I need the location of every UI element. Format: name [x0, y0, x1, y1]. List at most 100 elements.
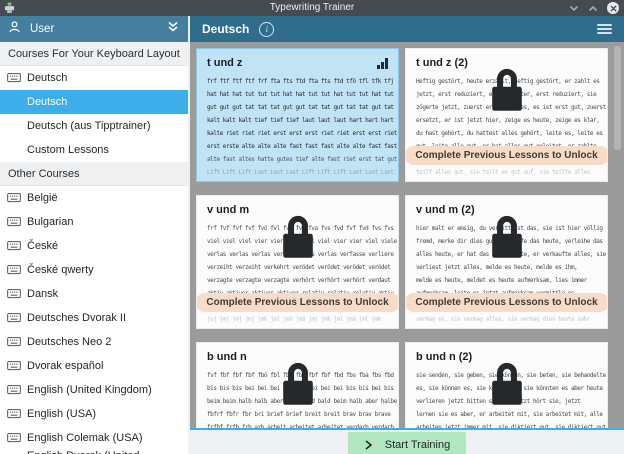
sidebar-item-dansk[interactable]: Dansk [0, 282, 188, 306]
sidebar-item-bulgarian[interactable]: Bulgarian [0, 210, 188, 234]
lesson-grid: t und z frf ftf ftf ftf frf fta fts ftd f… [190, 42, 624, 428]
info-icon[interactable]: i [259, 22, 274, 37]
preview-line: du hast gehört, du hattest alles gehört,… [416, 127, 597, 140]
start-training-label: Start Training [385, 439, 450, 451]
lesson-card-b-und-n[interactable]: b und nfvf fbf fbf fbf fbö fbl fbk fbj f… [196, 342, 399, 428]
sidebar-item-deutsches-dvorak-ii[interactable]: Deutsches Dvorak II [0, 306, 188, 330]
preview-line: Karte Takt Takt Takt Teig Teig Teig Takt… [207, 179, 388, 182]
close-button[interactable] [607, 2, 619, 14]
course-label: English Colemak (USA) [27, 432, 143, 444]
keyboard-icon [7, 432, 21, 446]
sidebar-item-deutsch[interactable]: Deutsch [0, 66, 188, 90]
preview-line: arbeiten jetzt immer mit, sie diktiert g… [416, 421, 597, 428]
lesson-card-v-und-m-2[interactable]: v und m (2)hier malt er emsig, du vermit… [405, 195, 608, 329]
keyboard-icon [7, 240, 21, 254]
course-label: English (USA) [27, 408, 96, 420]
lock-icon [488, 212, 525, 266]
app-window: Typewriting Trainer User [0, 0, 624, 454]
main-panel: Deutsch i t und z frf ftf ftf ftf frf fta… [190, 16, 624, 454]
preview-line: hat hat hat tut tut tut hat hat tut tut … [207, 88, 388, 101]
keyboard-icon [7, 408, 21, 422]
course-label: Bulgarian [27, 216, 73, 228]
maximize-button[interactable] [588, 5, 598, 12]
keyboard-icon [7, 216, 21, 230]
course-label: België [27, 192, 58, 204]
course-label: Deutsches Neo 2 [27, 336, 111, 348]
preview-line: juj jmj jmj jmj jmk jml jmö jmä jmj jmk … [207, 313, 388, 326]
course-label: České qwerty [27, 264, 94, 276]
unlock-hint-badge: Complete Previous Lessons to Unlock [196, 293, 399, 312]
hamburger-menu-icon[interactable] [597, 24, 612, 34]
scrollbar-handle[interactable] [614, 46, 621, 150]
course-label: Deutsch (aus Tipptrainer) [27, 120, 151, 132]
section-header-courses-for-your-keyboard-layout: Courses For Your Keyboard Layout [0, 42, 188, 66]
preview-line: kalte riet riet riet erst erst erst riet… [207, 127, 388, 140]
sidebar-item-english-dvorak-united-kingdom[interactable]: English Dvorak (United Kingdom) [0, 450, 188, 454]
preview-line: dem dem dem kam kam kam mag mag dem dem … [207, 326, 388, 329]
sidebar-item-deutsch-aus-tipptrainer[interactable]: Deutsch (aus Tipptrainer) [0, 114, 188, 138]
unlock-hint-badge: Complete Previous Lessons to Unlock [405, 146, 608, 165]
preview-line: kalt kalt kalt tief tief tief laut laut … [207, 114, 388, 127]
sidebar-item-belgi[interactable]: België [0, 186, 188, 210]
sidebar-item-english-united-kingdom[interactable]: English (United Kingdom) [0, 378, 188, 402]
course-label: Custom Lessons [27, 144, 109, 156]
preview-line: alte fast altes hatte gutes tief alte fa… [207, 153, 388, 166]
sidebar-item-deutsch[interactable]: Deutsch [0, 90, 188, 114]
window-title: Typewriting Trainer [0, 0, 624, 16]
bar-chart-icon [377, 58, 388, 69]
user-label: User [30, 23, 166, 35]
titlebar: Typewriting Trainer [0, 0, 624, 16]
start-training-button[interactable]: Start Training [348, 432, 466, 454]
keyboard-icon [7, 288, 21, 302]
lesson-card-t-und-z[interactable]: t und z frf ftf ftf ftf frf fta fts ftd f… [196, 48, 399, 182]
preview-line: frf ftf ftf ftf frf fta fts ftd fta fts … [207, 75, 388, 88]
keyboard-icon [7, 264, 21, 278]
sidebar-item-english-usa[interactable]: English (USA) [0, 402, 188, 426]
course-label: Deutsches Dvorak II [27, 312, 126, 324]
keyboard-icon [7, 312, 21, 326]
course-label: Deutsch [27, 96, 67, 108]
course-label: Dvorak español [27, 360, 103, 372]
keyboard-icon [7, 336, 21, 350]
preview-line: melde es heute, meldet es heute aufmerks… [416, 274, 597, 287]
preview-line: verzagte verzagte verzagte verhört verhö… [207, 274, 388, 287]
sidebar-item-esk-qwerty[interactable]: České qwerty [0, 258, 188, 282]
minimize-button[interactable] [569, 5, 579, 12]
course-label: České [27, 240, 58, 252]
sidebar-item-deutsches-neo-2[interactable]: Deutsches Neo 2 [0, 330, 188, 354]
sidebar-item-english-colemak-usa[interactable]: English Colemak (USA) [0, 426, 188, 450]
course-list: Courses For Your Keyboard Layout Deutsch D… [0, 42, 188, 454]
lock-icon [488, 359, 525, 413]
course-title: Deutsch [202, 22, 249, 36]
course-label: Deutsch [27, 72, 67, 84]
lesson-card-v-und-m[interactable]: v und mfrf fvf fvf fvf fvö fvl fvk fvj f… [196, 195, 399, 329]
preview-line: frfbf frfb frb arb arbeit arbeitet arbei… [207, 421, 388, 428]
keyboard-icon [7, 360, 21, 374]
lock-icon [279, 212, 316, 266]
sidebar-item-custom-lessons[interactable]: Custom Lessons [0, 138, 188, 162]
course-label: Dansk [27, 288, 58, 300]
lesson-card-b-und-n-2[interactable]: b und n (2)sie senden, sie geben, sie kö… [405, 342, 608, 428]
lesson-card-t-und-z-2[interactable]: t und z (2)Heftig gestört, heute erzählt… [405, 48, 608, 182]
sidebar-item-dvorak-espa-ol[interactable]: Dvorak español [0, 354, 188, 378]
preview-line: teilt alles gut, sie teilt es gut auf, s… [416, 166, 597, 179]
keyboard-icon [7, 192, 21, 206]
sidebar: User Courses For Your Keyboard Layout Deu… [0, 16, 188, 454]
preview-line: auf, er hat alles ersetzt, sie hatte all… [416, 179, 597, 182]
footer-bar: Start Training [190, 428, 624, 454]
course-header: Deutsch i [190, 16, 624, 42]
chevron-right-icon [364, 440, 373, 450]
lesson-title: t und z [207, 57, 388, 69]
preview-line: vermag es, sie vermag alles, sie vermag … [416, 313, 597, 326]
keyboard-icon [7, 384, 21, 398]
scrollbar[interactable] [614, 46, 621, 424]
sidebar-item-esk[interactable]: České [0, 234, 188, 258]
lesson-preview-text: frf ftf ftf ftf frf fta fts ftd fta fts … [207, 75, 388, 182]
course-label: English Dvorak (United Kingdom) [27, 450, 188, 454]
user-selector[interactable]: User [0, 16, 188, 42]
user-icon [8, 20, 21, 39]
preview-line: gut dies ist seltsam, dies alles ist seh… [416, 326, 597, 329]
course-label: English (United Kingdom) [27, 384, 152, 396]
double-chevron-down-icon[interactable] [166, 20, 180, 38]
preview-line: Lift Lift Lift Last Last Last Lift Lift … [207, 166, 388, 179]
